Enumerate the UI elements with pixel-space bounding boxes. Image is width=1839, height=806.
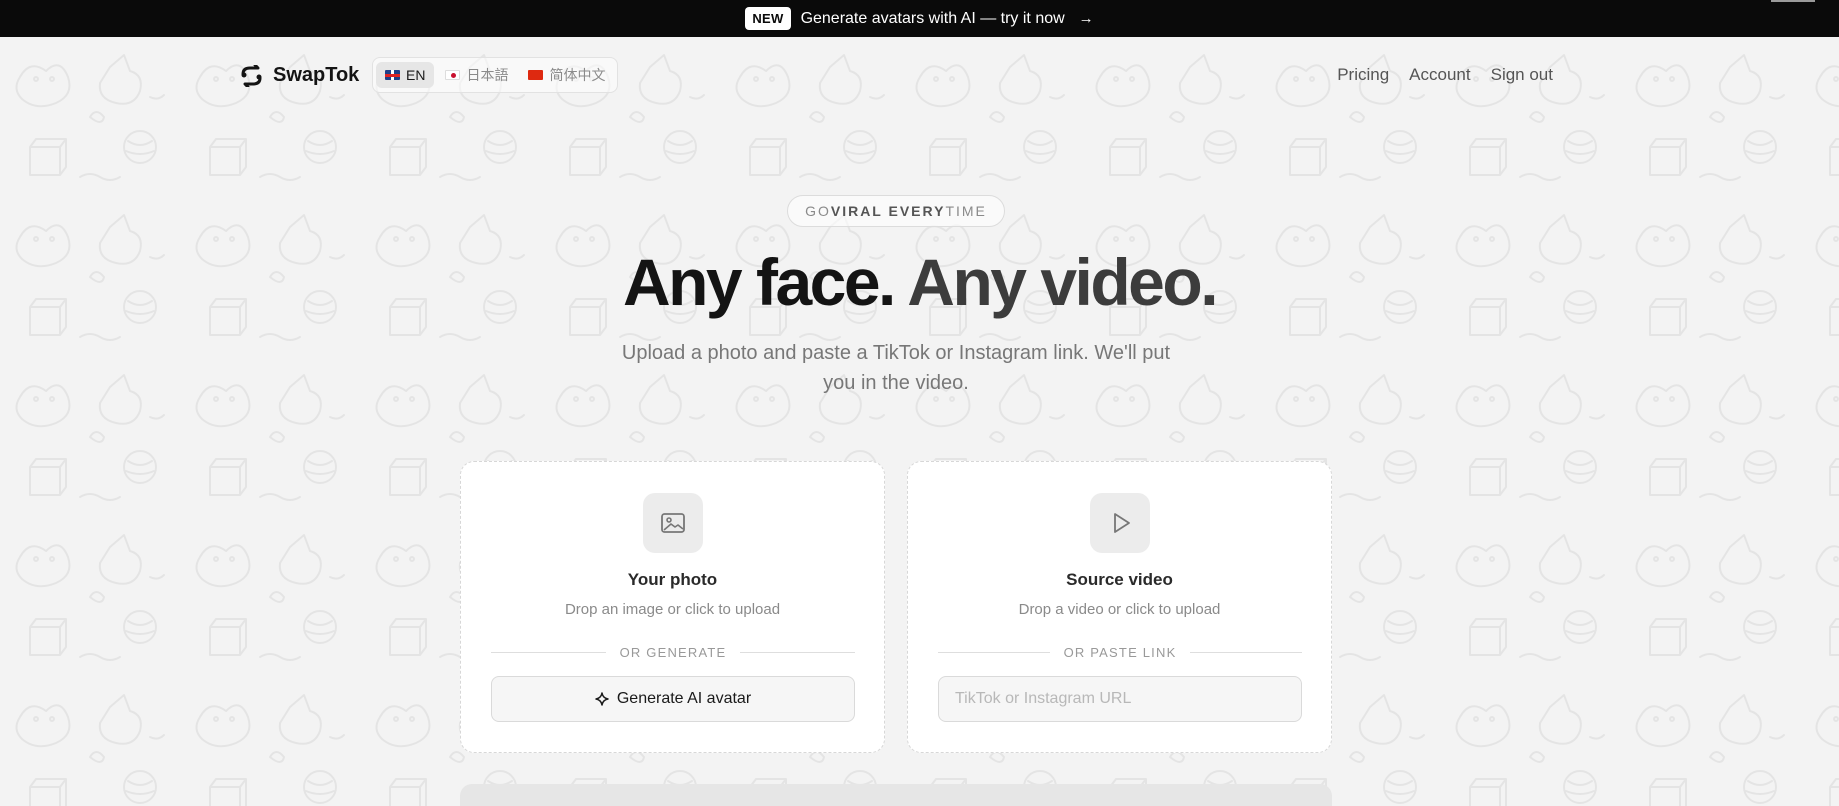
announcement-text[interactable]: Generate avatars with AI — try it now (801, 10, 1065, 28)
language-label: 日本語 (466, 67, 509, 83)
announcement-bar[interactable]: NEW Generate avatars with AI — try it no… (0, 0, 1839, 37)
nav-sign-out-link[interactable]: Sign out (1491, 65, 1553, 85)
video-card-description: Drop a video or click to upload (1018, 601, 1221, 618)
photo-card-description: Drop an image or click to upload (564, 601, 781, 618)
arrow-right-icon: → (1078, 10, 1094, 27)
language-switcher: EN 日本語 简体中文 (372, 57, 619, 93)
language-option-en[interactable]: EN (376, 62, 435, 88)
divider-line (491, 651, 606, 653)
generate-ai-avatar-button[interactable]: Generate AI avatar (491, 676, 855, 722)
nav-account-link[interactable]: Account (1409, 65, 1470, 85)
brand-logo[interactable]: SwapTok (240, 64, 359, 87)
photo-upload-card[interactable]: Your photo Drop an image or click to upl… (460, 461, 885, 753)
bottom-action-panel (460, 784, 1332, 806)
nav-pricing-link[interactable]: Pricing (1337, 65, 1389, 85)
generate-button-label: Generate AI avatar (616, 690, 752, 707)
flag-cn-icon (528, 70, 544, 80)
site-header: SwapTok EN 日本語 简体中文 Pricing Account Sign… (0, 37, 1839, 113)
hero-headline: Any face. Any video. (0, 244, 1839, 320)
photo-card-title: Your photo (627, 570, 718, 589)
eyebrow-pill: GO VIRAL EVERY TIME (787, 195, 1005, 227)
eyebrow-text-post: TIME (945, 203, 987, 219)
video-url-input[interactable] (938, 676, 1302, 722)
hero-subhead: Upload a photo and paste a TikTok or Ins… (621, 342, 1171, 394)
or-generate-divider: OR GENERATE (491, 642, 855, 662)
divider-line (1190, 651, 1303, 653)
image-icon (643, 493, 703, 553)
eyebrow-text-pre: GO (805, 203, 831, 219)
divider-label: OR GENERATE (619, 644, 727, 660)
divider-line (740, 651, 855, 653)
sparkle-icon (595, 692, 609, 706)
video-upload-card[interactable]: Source video Drop a video or click to up… (907, 461, 1332, 753)
flag-uk-icon (385, 70, 400, 80)
play-icon (1090, 493, 1150, 553)
divider-line (938, 651, 1050, 653)
language-option-ja[interactable]: 日本語 (436, 60, 517, 90)
language-option-zh[interactable]: 简体中文 (519, 60, 614, 90)
or-paste-link-divider: OR PASTE LINK (938, 642, 1303, 662)
eyebrow-text-bold: VIRAL EVERY (830, 203, 946, 219)
corner-divider (1771, 0, 1815, 2)
top-nav: Pricing Account Sign out (1337, 65, 1553, 85)
flag-jp-icon (445, 70, 461, 80)
swap-arrows-icon (241, 64, 262, 87)
headline-part-1: Any face. (622, 245, 896, 319)
brand-name: SwapTok (273, 64, 360, 86)
language-label: 简体中文 (549, 67, 606, 83)
new-badge: NEW (745, 7, 791, 30)
headline-part-2: Any video. (907, 245, 1218, 319)
video-card-title: Source video (1066, 570, 1173, 589)
divider-label: OR PASTE LINK (1063, 644, 1177, 660)
language-label: EN (406, 67, 426, 83)
